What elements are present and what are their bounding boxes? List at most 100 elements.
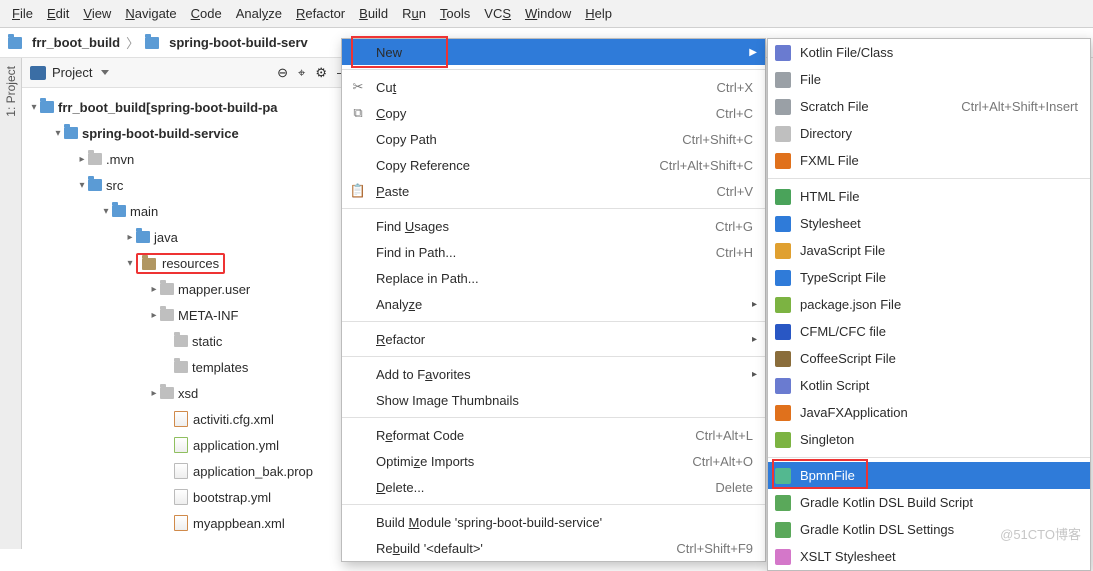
new-gradle-kotlin-dsl-build-script[interactable]: Gradle Kotlin DSL Build Script <box>768 489 1090 516</box>
ctx-paste[interactable]: 📋PasteCtrl+V <box>342 178 765 204</box>
new-javascript-file[interactable]: JavaScript File <box>768 237 1090 264</box>
tree-file[interactable]: application.yml <box>193 438 279 453</box>
ctx-new[interactable]: New▶ <box>342 39 765 65</box>
tree-file[interactable]: application_bak.prop <box>193 464 313 479</box>
tree-module[interactable]: spring-boot-build-service <box>82 126 239 141</box>
new-kotlin-file-class[interactable]: Kotlin File/Class <box>768 39 1090 66</box>
project-tool-tab[interactable]: 1: Project <box>4 66 18 117</box>
tree-mapper[interactable]: mapper.user <box>178 282 250 297</box>
tree-file[interactable]: activiti.cfg.xml <box>193 412 274 427</box>
breadcrumb-root[interactable]: frr_boot_build <box>32 35 120 50</box>
new-fxml-file[interactable]: FXML File <box>768 147 1090 174</box>
new-cfml-cfc-file[interactable]: CFML/CFC file <box>768 318 1090 345</box>
ctx-copyref[interactable]: Copy ReferenceCtrl+Alt+Shift+C <box>342 152 765 178</box>
new-kotlin-script[interactable]: Kotlin Script <box>768 372 1090 399</box>
ctx-replace-in-path[interactable]: Replace in Path... <box>342 265 765 291</box>
file-type-icon <box>775 351 791 367</box>
new-directory[interactable]: Directory <box>768 120 1090 147</box>
chevron-down-icon[interactable] <box>101 70 109 75</box>
ctx-find-usages[interactable]: Find UsagesCtrl+G <box>342 213 765 239</box>
tree-mvn[interactable]: .mvn <box>106 152 134 167</box>
sidebar-header: Project ⊖ ⌖ ⚙ — <box>22 58 358 88</box>
project-tree[interactable]: frr_boot_build [spring-boot-build-pa spr… <box>22 88 358 549</box>
menu-edit[interactable]: Edit <box>41 3 75 24</box>
menu-tools[interactable]: Tools <box>434 3 476 24</box>
submenu-label: FXML File <box>800 153 859 168</box>
gear-icon[interactable]: ⚙ <box>315 65 327 81</box>
new-bpmnfile[interactable]: BpmnFile <box>768 462 1090 489</box>
ctx-optimize-imports[interactable]: Optimize ImportsCtrl+Alt+O <box>342 448 765 474</box>
folder-icon <box>142 258 156 270</box>
tree-static[interactable]: static <box>192 334 222 349</box>
ctx-rebuild[interactable]: Rebuild '<default>'Ctrl+Shift+F9 <box>342 535 765 561</box>
tree-templates[interactable]: templates <box>192 360 248 375</box>
file-icon <box>174 437 188 453</box>
watermark: @51CTO博客 <box>1000 524 1081 543</box>
ctx-add-favorites[interactable]: Add to Favorites▸ <box>342 361 765 387</box>
menu-code[interactable]: Code <box>185 3 228 24</box>
menu-run[interactable]: Run <box>396 3 432 24</box>
menu-refactor[interactable]: Refactor <box>290 3 351 24</box>
tree-main[interactable]: main <box>130 204 158 219</box>
ctx-copy[interactable]: ⧉CopyCtrl+C <box>342 100 765 126</box>
file-type-icon <box>775 378 791 394</box>
new-singleton[interactable]: Singleton <box>768 426 1090 453</box>
new-typescript-file[interactable]: TypeScript File <box>768 264 1090 291</box>
tree-root-suffix: [spring-boot-build-pa <box>146 100 277 115</box>
submenu-label: Singleton <box>800 432 854 447</box>
new-html-file[interactable]: HTML File <box>768 183 1090 210</box>
file-type-icon <box>775 216 791 232</box>
file-type-icon <box>775 297 791 313</box>
tree-meta[interactable]: META-INF <box>178 308 238 323</box>
new-package-json-file[interactable]: package.json File <box>768 291 1090 318</box>
file-icon <box>174 411 188 427</box>
file-type-icon <box>775 72 791 88</box>
menu-help[interactable]: Help <box>579 3 618 24</box>
ctx-cut[interactable]: ✂CutCtrl+X <box>342 74 765 100</box>
new-xslt-stylesheet[interactable]: XSLT Stylesheet <box>768 543 1090 570</box>
tree-file[interactable]: myappbean.xml <box>193 516 285 531</box>
tree-xsd[interactable]: xsd <box>178 386 198 401</box>
ctx-reformat[interactable]: Reformat CodeCtrl+Alt+L <box>342 422 765 448</box>
folder-icon <box>112 205 126 217</box>
menu-analyze[interactable]: Analyze <box>230 3 288 24</box>
submenu-label: JavaScript File <box>800 243 885 258</box>
folder-icon <box>88 179 102 191</box>
new-stylesheet[interactable]: Stylesheet <box>768 210 1090 237</box>
tree-src[interactable]: src <box>106 178 123 193</box>
collapse-icon[interactable]: ⊖ <box>277 65 288 81</box>
submenu-label: Scratch File <box>800 99 869 114</box>
ctx-delete[interactable]: Delete...Delete <box>342 474 765 500</box>
breadcrumb-module[interactable]: spring-boot-build-serv <box>169 35 308 50</box>
tree-root[interactable]: frr_boot_build <box>58 100 146 115</box>
sidebar-toolbar: ⊖ ⌖ ⚙ — <box>277 65 350 81</box>
new-javafxapplication[interactable]: JavaFXApplication <box>768 399 1090 426</box>
submenu-label: Directory <box>800 126 852 141</box>
ctx-show-thumbnails[interactable]: Show Image Thumbnails <box>342 387 765 413</box>
submenu-label: package.json File <box>800 297 901 312</box>
menu-navigate[interactable]: Navigate <box>119 3 182 24</box>
ctx-refactor[interactable]: Refactor▸ <box>342 326 765 352</box>
sidebar-title[interactable]: Project <box>52 65 92 80</box>
folder-icon <box>160 283 174 295</box>
new-coffeescript-file[interactable]: CoffeeScript File <box>768 345 1090 372</box>
menu-window[interactable]: Window <box>519 3 577 24</box>
locate-icon[interactable]: ⌖ <box>298 65 305 81</box>
tree-file[interactable]: bootstrap.yml <box>193 490 271 505</box>
menu-view[interactable]: View <box>77 3 117 24</box>
separator <box>342 69 765 70</box>
new-scratch-file[interactable]: Scratch FileCtrl+Alt+Shift+Insert <box>768 93 1090 120</box>
separator <box>342 356 765 357</box>
tree-java[interactable]: java <box>154 230 178 245</box>
ctx-build-module[interactable]: Build Module 'spring-boot-build-service' <box>342 509 765 535</box>
menu-file[interactable]: File <box>6 3 39 24</box>
file-type-icon <box>775 153 791 169</box>
tree-resources[interactable]: resources <box>162 256 219 271</box>
ctx-analyze[interactable]: Analyze▸ <box>342 291 765 317</box>
menu-vcs[interactable]: VCS <box>478 3 517 24</box>
ctx-find-in-path[interactable]: Find in Path...Ctrl+H <box>342 239 765 265</box>
ctx-copypath[interactable]: Copy PathCtrl+Shift+C <box>342 126 765 152</box>
menu-build[interactable]: Build <box>353 3 394 24</box>
project-icon <box>30 66 46 80</box>
new-file[interactable]: File <box>768 66 1090 93</box>
